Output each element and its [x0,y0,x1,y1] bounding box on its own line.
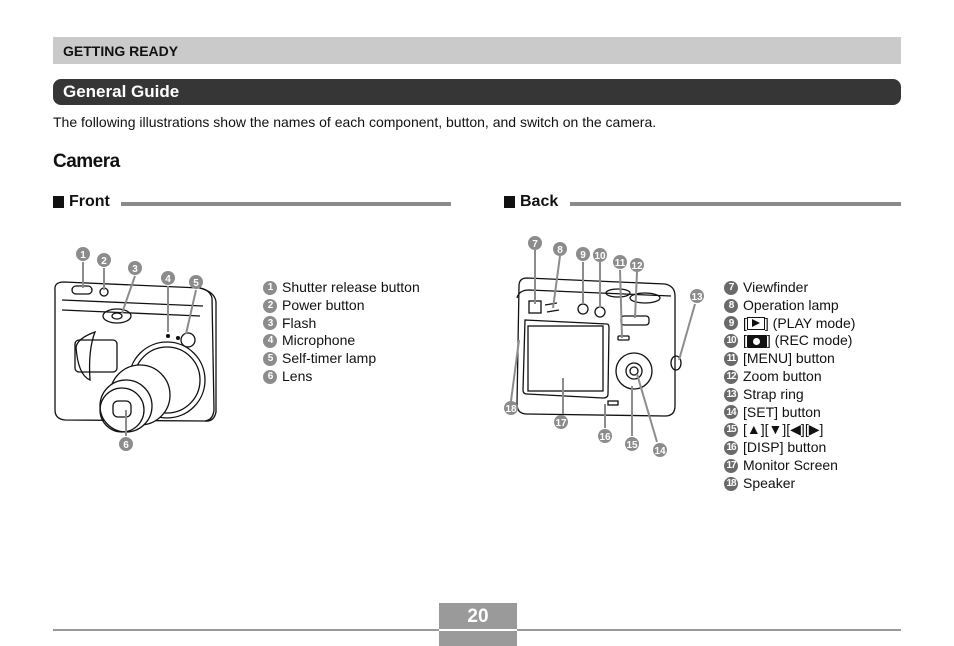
legend-item: 13 Strap ring [724,386,855,404]
svg-text:6: 6 [123,440,129,451]
svg-text:18: 18 [505,404,517,415]
legend-item: 9[] (PLAY mode) [724,315,855,333]
section-header-bar: GETTING READY [53,37,901,64]
svg-text:14: 14 [654,446,666,457]
svg-text:13: 13 [691,292,703,303]
back-rule [570,202,901,206]
number-badge: 15 [724,423,738,438]
front-camera-illustration: 1 2 3 4 5 6 [54,247,217,451]
callout-13: 13 [690,289,704,303]
legend-item: 10[] (REC mode) [724,332,855,350]
number-badge: 11 [724,352,738,367]
back-label: Back [520,193,559,210]
svg-text:9: 9 [580,250,586,261]
number-badge: 7 [724,280,738,295]
svg-text:8: 8 [557,245,563,256]
number-badge: 3 [263,316,277,331]
camera-heading: Camera [53,151,120,172]
legend-item: 14 [SET] button [724,404,855,422]
intro-text: The following illustrations show the nam… [53,114,657,130]
number-badge: 13 [724,387,738,402]
legend-item: 4 Microphone [263,332,420,350]
callout-12: 12 [630,258,644,272]
callout-9: 9 [576,247,590,261]
legend-item: 16 [DISP] button [724,439,855,457]
page-title: General Guide [63,82,180,101]
legend-item: 1 Shutter release button [263,279,420,297]
number-badge: 16 [724,441,738,456]
callout-5: 5 [189,275,203,289]
callout-16: 16 [598,429,612,443]
number-badge: 18 [724,476,738,491]
section-title: GETTING READY [63,43,179,59]
callout-17: 17 [554,415,568,429]
svg-text:17: 17 [555,418,567,429]
back-camera-illustration: 7 8 9 10 11 12 13 14 15 16 17 18 [504,236,704,457]
back-legend: 7 Viewfinder 8 Operation lamp 9[] (PLAY mo… [724,279,855,493]
svg-text:16: 16 [599,432,611,443]
callout-4: 4 [161,271,175,285]
callout-8: 8 [553,242,567,256]
legend-item: 7 Viewfinder [724,279,855,297]
callout-3: 3 [128,261,142,275]
number-badge: 1 [263,280,277,295]
callout-11: 11 [613,255,627,269]
number-badge: 6 [263,369,277,384]
legend-item: 8 Operation lamp [724,297,855,315]
callout-6: 6 [119,437,133,451]
legend-item: 17 Monitor Screen [724,457,855,475]
square-bullet-icon [53,196,64,208]
callout-15: 15 [625,437,639,451]
legend-item: 18 Speaker [724,475,855,493]
svg-text:5: 5 [193,278,199,289]
svg-text:11: 11 [615,258,626,269]
legend-item: 15 [▲][▼][◀][▶] [724,421,855,439]
legend-item: 3 Flash [263,315,420,333]
svg-text:10: 10 [594,251,606,262]
svg-text:15: 15 [626,440,638,451]
legend-item: 12 Zoom button [724,368,855,386]
legend-item: 2 Power button [263,297,420,315]
number-badge: 5 [263,352,277,367]
svg-text:4: 4 [165,274,171,285]
page-number-box: 20 [439,603,517,646]
number-badge: 12 [724,369,738,384]
page-number: 20 [467,606,489,627]
number-badge: 10 [724,334,738,349]
front-subheading: Front [53,193,110,211]
svg-text:2: 2 [101,256,107,267]
callout-14: 14 [653,443,667,457]
legend-item: 5 Self-timer lamp [263,350,420,368]
legend-item: 11 [MENU] button [724,350,855,368]
square-bullet-icon [504,196,515,208]
title-bar: General Guide [53,79,901,105]
play-icon [746,316,765,330]
front-legend: 1 Shutter release button 2 Power button 3F… [263,279,420,386]
number-badge: 17 [724,458,738,473]
number-badge: 9 [724,316,738,331]
front-label: Front [69,193,110,210]
svg-text:12: 12 [631,261,643,272]
number-badge: 8 [724,298,738,313]
callout-1: 1 [76,247,90,261]
number-badge: 14 [724,405,738,420]
back-subheading: Back [504,193,558,211]
number-badge: 4 [263,334,277,349]
number-badge: 2 [263,298,277,313]
callout-2: 2 [97,253,111,267]
legend-item: 6 Lens [263,368,420,386]
svg-text:3: 3 [132,264,138,275]
camera-icon [746,334,767,348]
svg-text:1: 1 [80,250,86,261]
svg-text:7: 7 [532,239,538,250]
callout-18: 18 [504,401,518,415]
front-rule [121,202,451,206]
callout-10: 10 [593,248,607,262]
callout-7: 7 [528,236,542,250]
